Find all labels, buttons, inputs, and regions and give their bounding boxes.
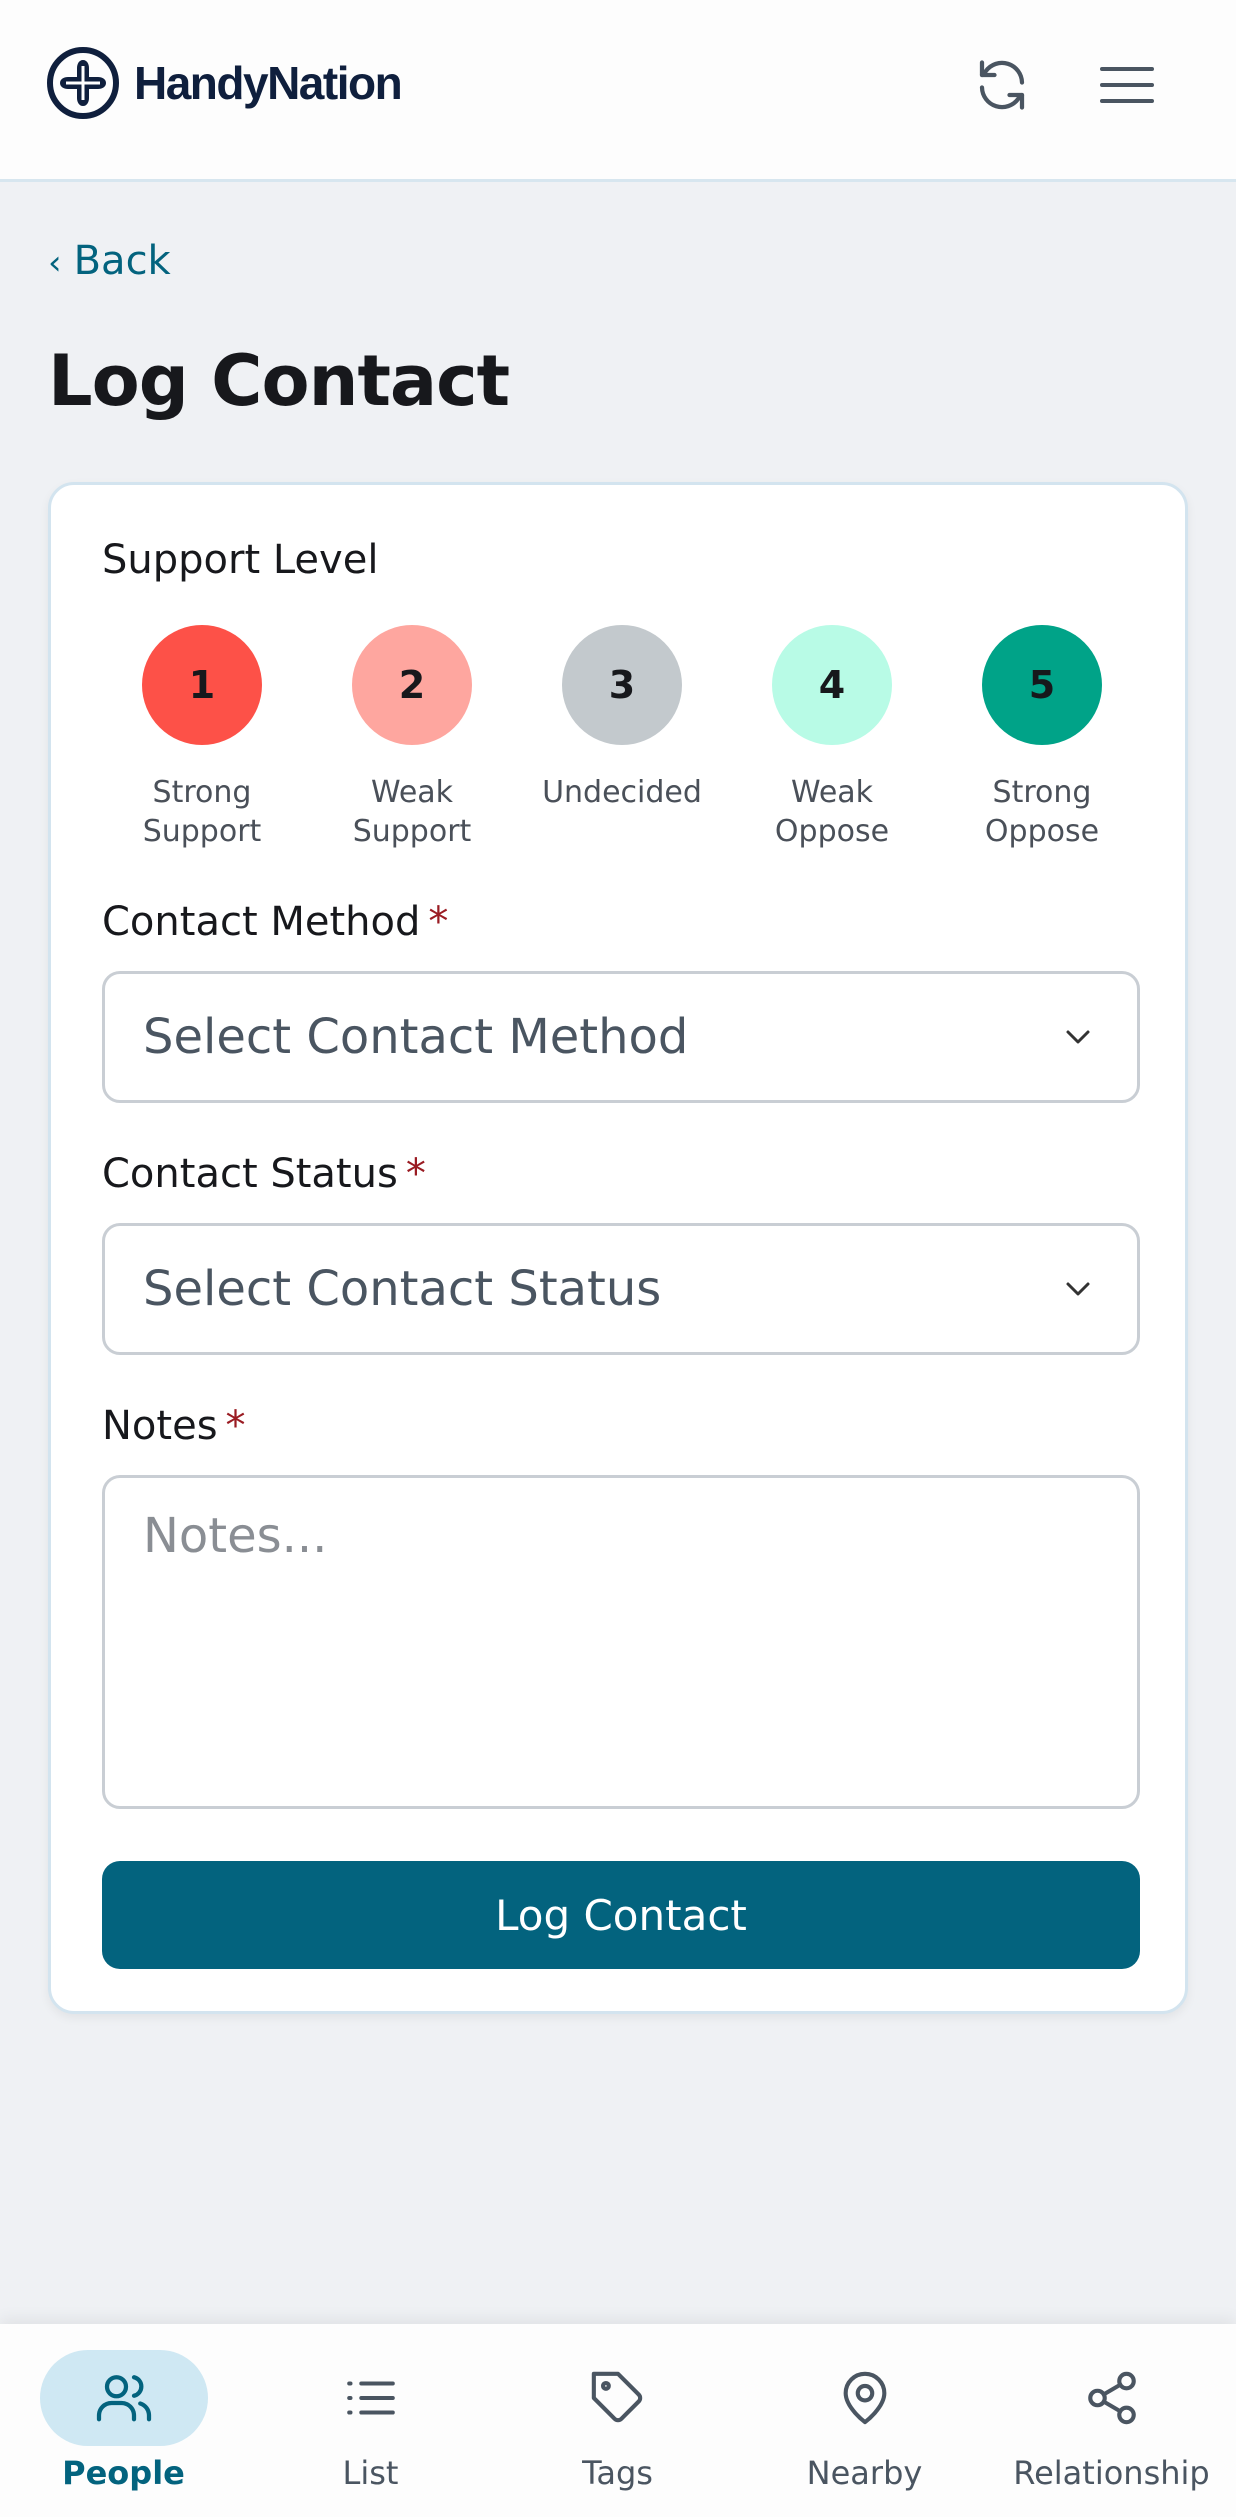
level-circle: 3 [562,625,682,745]
level-circle: 5 [982,625,1102,745]
list-icon [346,2381,395,2415]
nav-label: Nearby [806,2454,923,2492]
nav-label: Relationship [1013,2454,1210,2492]
support-level-option-1[interactable]: 1 Strong Support [102,625,302,851]
support-level-option-5[interactable]: 5 Strong Oppose [942,625,1142,851]
contact-method-select[interactable]: Select Contact Method [102,971,1140,1103]
level-circle: 4 [772,625,892,745]
bottom-navigation: People List Tags Nearby Relationship [0,2324,1236,2517]
nav-label: List [342,2454,399,2492]
nav-active-pill [39,2350,208,2446]
level-circle: 2 [352,625,472,745]
level-label: Weak Support [352,775,472,849]
support-level-option-2[interactable]: 2 Weak Support [312,625,512,851]
support-level-option-4[interactable]: 4 Weak Oppose [732,625,932,851]
brand-name: HandyNation [134,57,403,109]
level-label: Weak Oppose [774,775,890,849]
required-marker: * [405,1151,426,1197]
nav-item-people[interactable]: People [0,2324,247,2517]
level-label: Undecided [542,775,702,810]
hamburger-menu-icon [1100,67,1154,103]
refresh-icon [979,60,1025,110]
chevron-down-icon [1066,1030,1090,1044]
log-contact-button[interactable]: Log Contact [102,1861,1140,1969]
contact-status-label: Contact Status * [102,1151,426,1197]
level-label: Strong Support [142,775,262,849]
chevron-down-icon [1066,1282,1090,1296]
map-pin-icon [843,2371,886,2425]
nav-label: Tags [582,2454,653,2492]
brand-logo[interactable]: HandyNation [46,46,403,120]
app-header: HandyNation [0,0,1236,182]
contact-method-label: Contact Method * [102,899,449,945]
back-label: Back [73,238,171,284]
tag-icon [591,2371,642,2423]
plus-cross-logo-icon [47,47,119,119]
required-marker: * [428,899,449,945]
share-nodes-icon [1087,2371,1136,2425]
level-label: Strong Oppose [984,775,1100,849]
log-contact-card: Support Level 1 Strong Support 2 Weak Su… [48,482,1188,2014]
nav-label: People [62,2454,185,2492]
support-level-label: Support Level [102,537,379,583]
nav-item-list[interactable]: List [247,2324,494,2517]
notes-label: Notes * [102,1403,246,1449]
back-link[interactable]: ‹ Back [48,238,171,284]
contact-status-select[interactable]: Select Contact Status [102,1223,1140,1355]
nav-item-tags[interactable]: Tags [494,2324,741,2517]
required-marker: * [225,1403,246,1449]
people-icon [96,2375,151,2422]
nav-item-nearby[interactable]: Nearby [741,2324,988,2517]
level-circle: 1 [142,625,262,745]
notes-textarea[interactable] [102,1475,1140,1809]
contact-method-value: Select Contact Method [143,1009,689,1065]
chevron-left-icon: ‹ [48,243,62,283]
nav-item-relationship[interactable]: Relationship [988,2324,1235,2517]
menu-button[interactable] [1094,52,1160,118]
contact-status-value: Select Contact Status [143,1261,662,1317]
support-level-options: 1 Strong Support 2 Weak Support 3 Undeci… [102,625,1152,865]
refresh-button[interactable] [969,52,1035,118]
support-level-option-3[interactable]: 3 Undecided [522,625,722,812]
page-title: Log Contact [48,340,510,422]
